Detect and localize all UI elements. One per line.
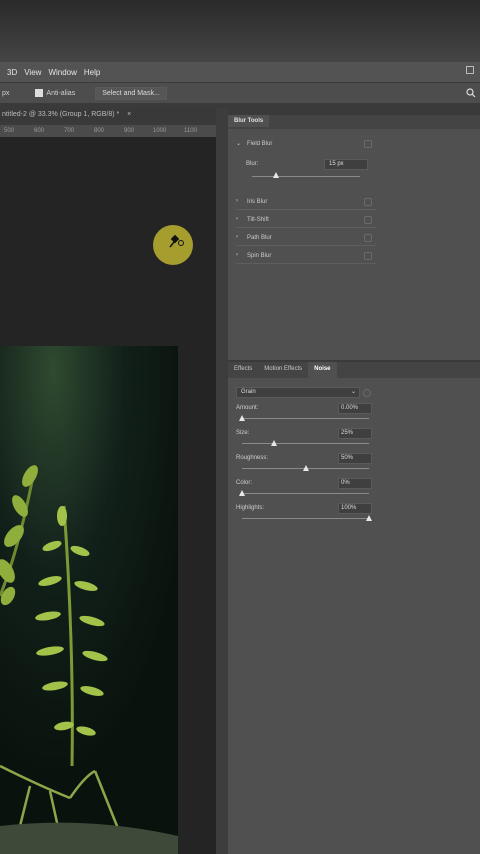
path-blur-label: Path Blur: [247, 235, 272, 241]
field-blur-checkbox[interactable]: [364, 140, 372, 148]
tilt-shift-row[interactable]: › Tilt-Shift: [236, 213, 376, 228]
ruler-tick: 700: [64, 128, 75, 134]
roughness-slider-thumb[interactable]: [302, 465, 309, 471]
menu-help[interactable]: Help: [84, 68, 100, 77]
options-bar: px Anti-alias Select and Mask...: [0, 83, 480, 103]
cursor-ring: [153, 225, 193, 265]
iris-blur-label: Iris Blur: [247, 199, 268, 205]
select-and-mask-button[interactable]: Select and Mask...: [95, 86, 167, 100]
amount-label: Amount:: [236, 405, 259, 411]
ruler-tick: 500: [4, 128, 15, 134]
restore-window-icon[interactable]: [466, 66, 474, 74]
blur-slider-track[interactable]: [252, 176, 360, 177]
color-field[interactable]: 0%: [338, 478, 372, 489]
iris-blur-row[interactable]: › Iris Blur: [236, 195, 376, 210]
chevron-right-icon[interactable]: ›: [236, 198, 238, 204]
effects-panel: Effects Motion Effects Noise Grain ⌄ Amo…: [228, 362, 480, 854]
color-slider-thumb[interactable]: [239, 490, 245, 496]
spin-blur-label: Spin Blur: [247, 253, 272, 259]
pin-cursor-icon: [169, 234, 184, 248]
menu-3d[interactable]: 3D: [7, 68, 17, 77]
tab-noise[interactable]: Noise: [308, 362, 337, 378]
tab-close-icon[interactable]: ×: [127, 111, 131, 118]
color-label: Color:: [236, 480, 253, 486]
highlights-track[interactable]: [242, 518, 369, 519]
chevron-right-icon[interactable]: ›: [236, 234, 238, 240]
highlights-field[interactable]: 100%: [338, 503, 372, 514]
size-label: Size:: [236, 430, 250, 436]
menu-window[interactable]: Window: [48, 68, 76, 77]
panel-separator[interactable]: [216, 108, 228, 854]
size-field[interactable]: 25%: [338, 428, 372, 439]
tab-motion-effects[interactable]: Motion Effects: [258, 362, 308, 378]
highlights-label: Highlights:: [236, 505, 265, 511]
noise-type-value: Grain: [241, 389, 256, 395]
document-tab[interactable]: ntitled-2 @ 33.3% (Group 1, RGB/8) * ×: [0, 108, 228, 122]
size-track[interactable]: [242, 443, 369, 444]
tilt-shift-checkbox[interactable]: [364, 216, 372, 224]
ruler-tick: 900: [124, 128, 135, 134]
effects-tabs: Effects Motion Effects Noise: [228, 362, 480, 378]
menu-view[interactable]: View: [24, 68, 41, 77]
antialias-label: Anti-alias: [46, 89, 76, 97]
field-blur-label: Field Blur: [247, 141, 273, 147]
tab-effects[interactable]: Effects: [228, 362, 258, 378]
ruler-tick: 1100: [184, 128, 197, 134]
amount-field[interactable]: 0.00%: [338, 403, 372, 414]
chevron-right-icon[interactable]: ›: [236, 216, 238, 222]
path-blur-checkbox[interactable]: [364, 234, 372, 242]
blur-value-field[interactable]: 15 px: [324, 159, 368, 170]
ruler-tick: 1000: [153, 128, 167, 134]
field-blur-row[interactable]: ⌄ Field Blur: [236, 137, 376, 151]
blur-tools-panel: Blur Tools ⌄ Field Blur Blur: 15 px › Ir…: [228, 115, 480, 360]
document-image[interactable]: [0, 346, 178, 854]
noise-enable-checkbox[interactable]: [363, 389, 371, 397]
antialias-checkbox[interactable]: [35, 89, 44, 97]
iris-blur-checkbox[interactable]: [364, 198, 372, 206]
size-value: px: [2, 89, 10, 97]
ruler-tick: 800: [94, 128, 105, 134]
menu-bar: 3D View Window Help: [0, 62, 480, 82]
size-slider-thumb[interactable]: [270, 440, 277, 446]
highlights-slider-thumb[interactable]: [366, 515, 372, 521]
tilt-shift-label: Tilt-Shift: [247, 217, 269, 223]
amount-track[interactable]: [242, 418, 369, 419]
roughness-field[interactable]: 50%: [338, 453, 372, 464]
document-tab-title: ntitled-2 @ 33.3% (Group 1, RGB/8) *: [2, 111, 120, 118]
color-track[interactable]: [242, 493, 369, 494]
amount-slider-thumb[interactable]: [239, 415, 245, 421]
blur-tools-header: Blur Tools: [228, 115, 480, 129]
spin-blur-checkbox[interactable]: [364, 252, 372, 260]
noise-type-dropdown[interactable]: Grain ⌄: [236, 387, 360, 398]
mantis-plant-illustration: [0, 346, 178, 854]
chevron-down-icon: ⌄: [350, 389, 356, 395]
blur-label: Blur:: [246, 161, 259, 167]
blur-tools-tab[interactable]: Blur Tools: [228, 115, 270, 127]
search-icon[interactable]: [466, 88, 476, 98]
spin-blur-row[interactable]: › Spin Blur: [236, 249, 376, 264]
blur-slider-thumb[interactable]: [273, 172, 279, 178]
chevron-right-icon[interactable]: ›: [236, 252, 238, 258]
ruler-tick: 600: [34, 128, 45, 134]
path-blur-row[interactable]: › Path Blur: [236, 231, 376, 246]
chevron-down-icon[interactable]: ⌄: [236, 140, 241, 147]
top-dark-area: [0, 0, 480, 62]
roughness-label: Roughness:: [236, 455, 269, 461]
horizontal-ruler: 500 600 700 800 900 1000 1100: [0, 125, 216, 137]
